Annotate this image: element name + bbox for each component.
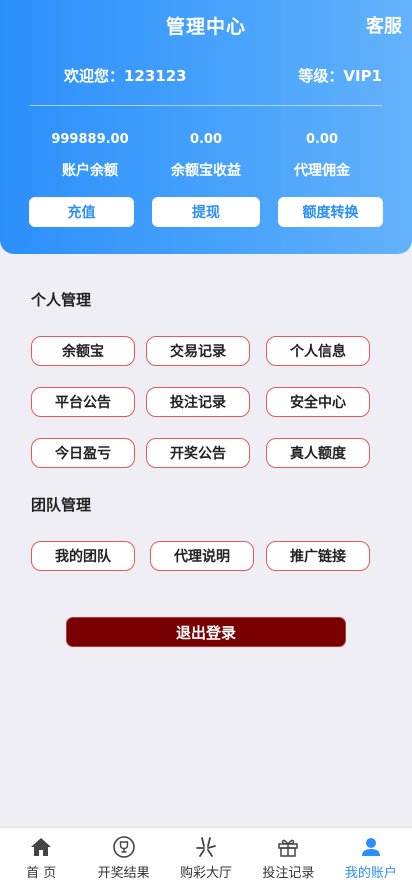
tab-bet-records[interactable]: 投注记录	[247, 828, 329, 883]
header-divider	[30, 105, 382, 106]
tab-label: 首 页	[26, 866, 57, 881]
transfer-button[interactable]: 额度转换	[278, 197, 383, 227]
bottom-tab-bar: 首 页 开奖结果 购彩大厅 投注记录 我的账户	[0, 827, 412, 883]
yuebao-button[interactable]: 余额宝	[31, 336, 135, 366]
home-icon	[31, 838, 52, 856]
stat-yuebao-earnings: 0.00 余额宝收益	[148, 132, 264, 180]
platform-notice-button[interactable]: 平台公告	[31, 387, 135, 417]
stat-value: 0.00	[189, 132, 223, 147]
trophy-icon	[112, 836, 135, 858]
stat-label: 余额宝收益	[171, 163, 241, 179]
tab-label: 购彩大厅	[180, 866, 233, 881]
page-title: 管理中心	[165, 16, 246, 38]
user-icon	[361, 838, 380, 856]
tab-label: 我的账户	[344, 866, 397, 881]
tab-draw-results[interactable]: 开奖结果	[82, 828, 164, 883]
stat-label: 账户余额	[62, 163, 118, 179]
tab-lottery-hall[interactable]: 购彩大厅	[165, 828, 247, 883]
lottery-icon	[196, 837, 216, 857]
promo-link-button[interactable]: 推广链接	[266, 541, 370, 571]
personal-section-title: 个人管理	[31, 291, 92, 309]
stat-value: 0.00	[305, 132, 339, 147]
account-stats: 999889.00 账户余额 0.00 余额宝收益 0.00 代理佣金	[32, 132, 380, 180]
today-profit-button[interactable]: 今日盈亏	[31, 438, 135, 468]
security-center-button[interactable]: 安全中心	[266, 387, 370, 417]
draw-notice-button[interactable]: 开奖公告	[146, 438, 250, 468]
tab-my-account[interactable]: 我的账户	[330, 828, 412, 883]
stat-value: 999889.00	[51, 132, 129, 147]
vip-level: 等级：VIP1	[298, 67, 382, 85]
transaction-records-button[interactable]: 交易记录	[146, 336, 250, 366]
recharge-button[interactable]: 充值	[29, 197, 134, 227]
logout-button[interactable]: 退出登录	[66, 617, 346, 647]
live-quota-button[interactable]: 真人额度	[266, 438, 370, 468]
team-section-title: 团队管理	[31, 496, 92, 514]
agent-info-button[interactable]: 代理说明	[150, 541, 254, 571]
my-team-button[interactable]: 我的团队	[31, 541, 135, 571]
stat-balance: 999889.00 账户余额	[32, 132, 148, 180]
account-header: 管理中心 客服 欢迎您：123123 等级：VIP1 999889.00 账户余…	[0, 0, 412, 254]
personal-info-button[interactable]: 个人信息	[266, 336, 370, 366]
tab-home[interactable]: 首 页	[0, 828, 82, 883]
stat-agent-commission: 0.00 代理佣金	[264, 132, 380, 180]
customer-service-link[interactable]: 客服	[366, 12, 402, 38]
gift-icon	[278, 839, 299, 857]
stat-label: 代理佣金	[294, 163, 350, 179]
bet-records-button[interactable]: 投注记录	[146, 387, 250, 417]
withdraw-button[interactable]: 提现	[152, 197, 260, 227]
tab-label: 开奖结果	[97, 866, 150, 881]
welcome-text: 欢迎您：123123	[64, 67, 187, 85]
tab-label: 投注记录	[262, 866, 315, 881]
